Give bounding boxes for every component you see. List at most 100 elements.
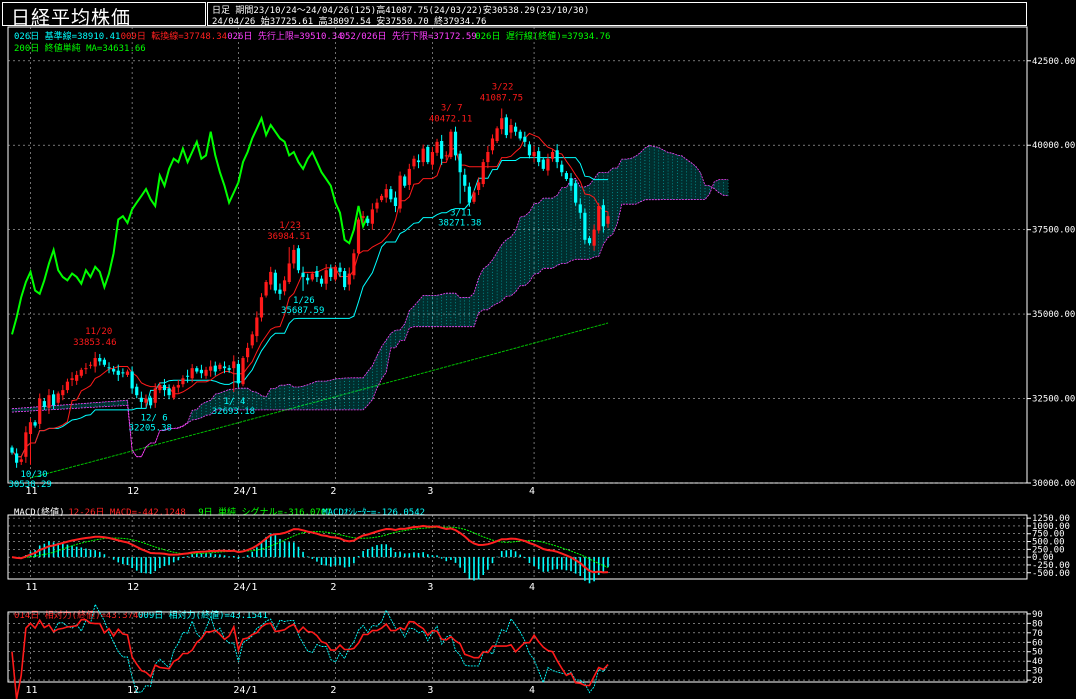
annotation-value: 30538.29: [8, 480, 51, 490]
senkou-b-line: [11, 179, 729, 458]
candle-body: [574, 183, 578, 203]
candle-body: [384, 189, 388, 198]
x-tick-label: 4: [529, 486, 535, 497]
x-tick-label: 11: [25, 685, 37, 696]
candle-body: [583, 212, 587, 240]
candle-body: [324, 270, 328, 284]
candle-body: [430, 151, 435, 165]
candle-body: [541, 159, 545, 169]
candle-body: [241, 358, 245, 385]
x-tick-label: 12: [127, 685, 139, 696]
candle-body: [139, 397, 143, 402]
candle-body: [370, 209, 374, 224]
annotation-value: 33853.46: [73, 338, 116, 348]
candle-body: [467, 186, 471, 203]
candle-body: [292, 249, 296, 264]
candle-body: [606, 216, 610, 224]
candle-body: [65, 381, 70, 391]
candle-body: [112, 369, 116, 372]
candle-body: [407, 168, 411, 185]
x-tick-label: 24/1: [233, 486, 257, 497]
candle-body: [403, 176, 407, 186]
x-tick-label: 2: [330, 486, 336, 497]
candle-body: [213, 365, 217, 372]
candle-body: [278, 289, 282, 294]
annotation-date: 12/ 6: [141, 414, 168, 424]
candle-body: [93, 358, 97, 367]
candle-body: [28, 422, 33, 435]
candle-body: [421, 148, 425, 163]
candle-body: [375, 202, 379, 209]
candle-body: [592, 229, 596, 246]
macd-tick-label: -500.00: [1032, 569, 1070, 579]
candle-body: [185, 375, 190, 377]
annotation-date: 1/23: [279, 221, 301, 231]
candle-body: [504, 117, 508, 136]
price-tick-label: 40000.00: [1032, 141, 1075, 151]
candle-body: [135, 386, 139, 396]
candle-body: [319, 278, 324, 284]
chart-canvas: 42500.00 40000.00 37500.00 35000.00 32500.00…: [7, 26, 1075, 699]
candle-body: [149, 397, 153, 406]
candle-body: [449, 131, 453, 158]
candle-body: [227, 368, 231, 370]
candle-body: [347, 273, 351, 285]
x-tick-label: 4: [529, 685, 535, 696]
candle-body: [523, 136, 527, 142]
annotation-date: 1/26: [293, 296, 315, 306]
candle-body: [70, 378, 74, 380]
annotation-value: 32205.38: [129, 424, 172, 434]
price-tick-label: 42500.00: [1032, 57, 1075, 67]
candle-body: [98, 358, 102, 362]
candle-body: [88, 364, 93, 366]
annotation-date: 10/30: [20, 470, 47, 480]
candle-body: [222, 366, 227, 369]
candle-body: [79, 369, 83, 376]
candle-body: [495, 128, 499, 141]
price-tick-label: 35000.00: [1032, 310, 1075, 320]
candle-body: [153, 388, 157, 403]
annotation-value: 38271.38: [438, 219, 481, 229]
candle-body: [537, 151, 541, 163]
chart-window: 日経平均株価 日足 期間23/10/24～24/04/26(125)高41087…: [0, 0, 1076, 699]
annotation-date: 3/ 7: [441, 103, 463, 113]
candle-body: [287, 263, 291, 283]
candle-body: [232, 361, 236, 369]
candle-body: [84, 368, 88, 370]
annotation-date: 3/22: [492, 82, 514, 92]
candle-body: [195, 368, 199, 372]
candle-body: [301, 272, 305, 277]
candle-body: [33, 422, 37, 426]
candle-body: [513, 126, 518, 132]
candle-body: [380, 195, 384, 201]
candle-body: [458, 153, 462, 173]
candle-body: [181, 378, 185, 385]
candle-body: [38, 398, 42, 424]
x-tick-label: 24/1: [233, 582, 257, 593]
annotation-value: 32693.18: [212, 407, 255, 417]
candle-body: [560, 164, 564, 173]
candle-body: [259, 297, 264, 318]
candle-body: [158, 385, 162, 391]
candle-body: [282, 280, 287, 292]
annotation-value: 40472.11: [429, 114, 472, 124]
candle-body: [24, 432, 28, 457]
candle-body: [61, 390, 65, 396]
candle-body: [500, 118, 504, 130]
candle-body: [102, 359, 106, 365]
candle-body: [264, 282, 268, 296]
candle-body: [527, 144, 532, 156]
candle-body: [190, 368, 194, 379]
candle-body: [416, 160, 421, 163]
candle-body: [352, 253, 356, 276]
candle-body: [509, 124, 513, 133]
x-tick-label: 3: [427, 685, 433, 696]
candle-body: [296, 248, 301, 271]
price-tick-label: 32500.00: [1032, 395, 1075, 405]
macd-signal-line: [11, 526, 609, 568]
candle-body: [162, 385, 167, 391]
candle-body: [246, 347, 250, 358]
candle-body: [564, 173, 568, 179]
candle-body: [329, 268, 333, 277]
candle-body: [338, 267, 342, 272]
